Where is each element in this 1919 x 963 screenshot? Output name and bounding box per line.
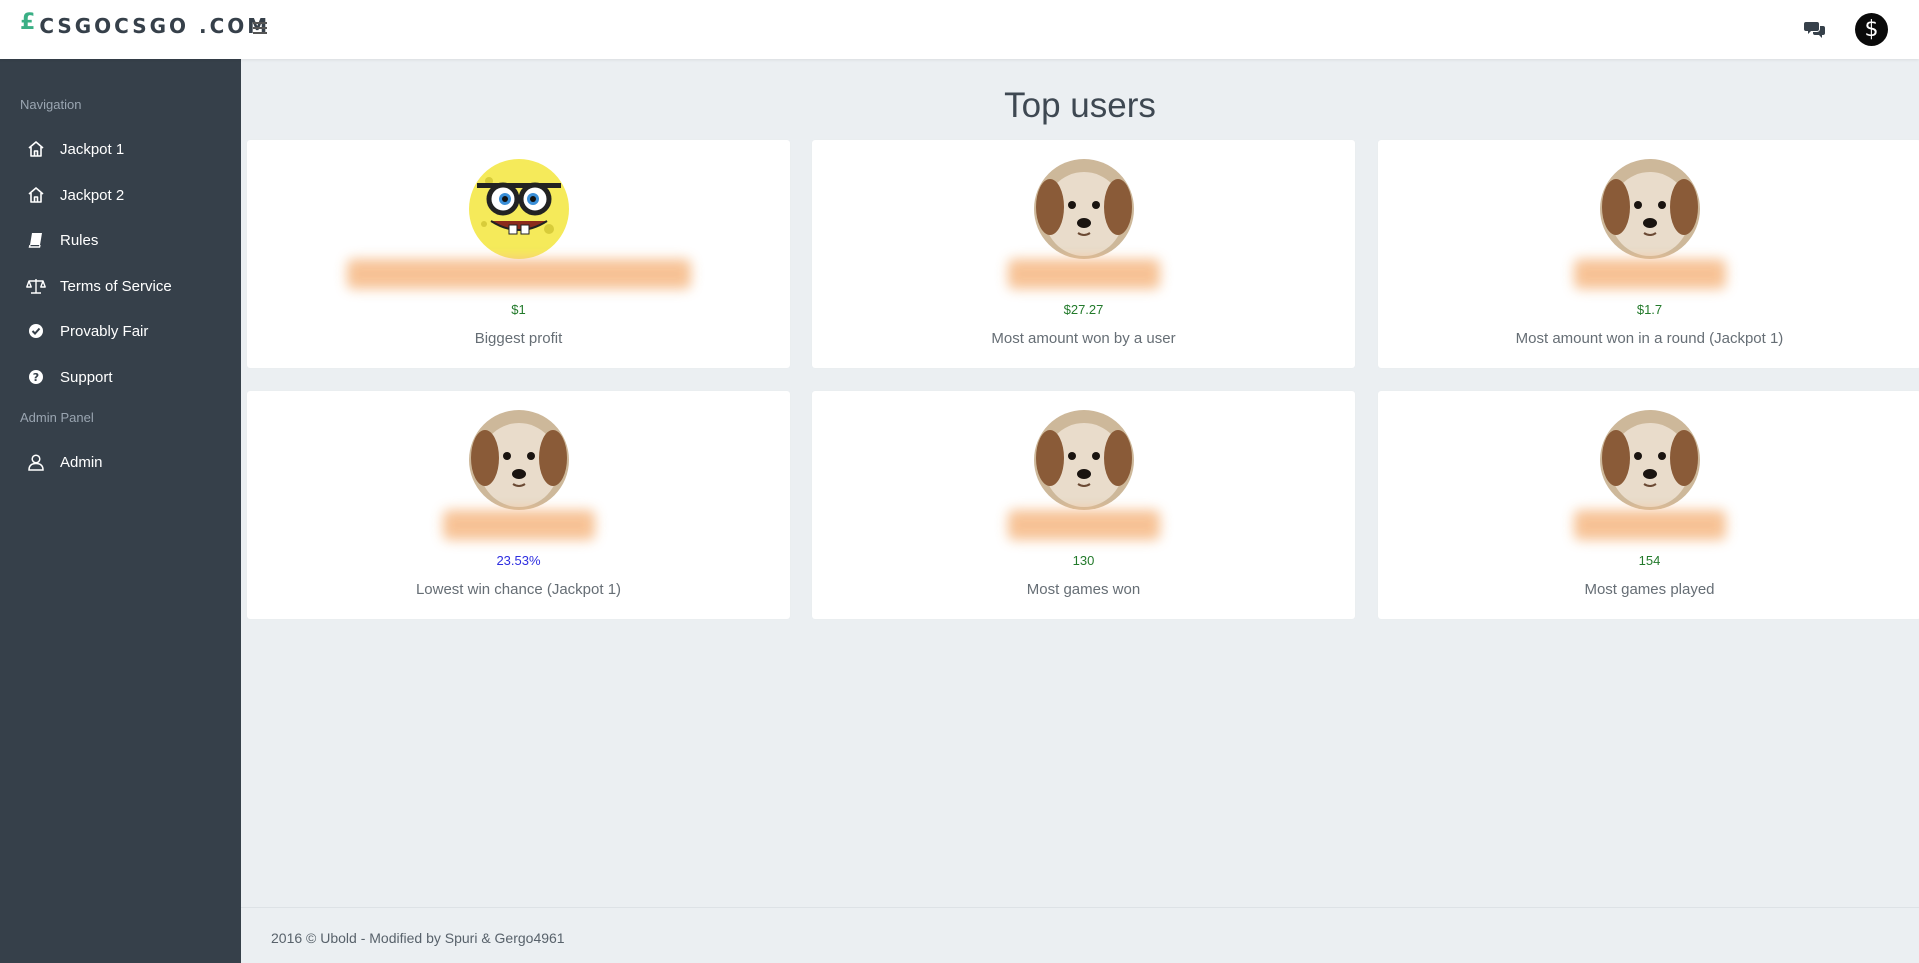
spongebob-avatar[interactable] (469, 159, 569, 259)
sidebar-item-provably-fair[interactable]: Provably Fair (0, 309, 241, 353)
site-logo[interactable]: £ CSGOCSGO .COM (20, 10, 271, 39)
stat-card-most-games-won: 130 Most games won (812, 391, 1355, 619)
stat-description: Most amount won in a round (Jackpot 1) (1515, 330, 1784, 347)
question-circle-icon: ? (26, 367, 46, 387)
logo-symbol: £ (20, 10, 36, 35)
stat-value: 130 (1072, 553, 1095, 568)
blurred-username (347, 259, 691, 289)
footer-text: 2016 © Ubold - Modified by Spuri & Gergo… (271, 930, 565, 946)
stat-card-most-amount-won: $27.27 Most amount won by a user (812, 140, 1355, 368)
sidebar-item-label: Rules (60, 231, 99, 249)
blurred-username (1574, 510, 1726, 540)
blurred-username (443, 510, 595, 540)
chat-icon[interactable] (1804, 19, 1826, 39)
stat-description: Lowest win chance (Jackpot 1) (415, 581, 622, 598)
user-icon (26, 452, 46, 472)
dog-avatar[interactable] (1034, 410, 1134, 510)
sidebar-item-terms-of-service[interactable]: Terms of Service (0, 264, 241, 308)
dog-avatar[interactable] (1600, 410, 1700, 510)
home-icon (26, 185, 46, 205)
stat-card-most-games-played: 154 Most games played (1378, 391, 1919, 619)
sidebar-item-label: Jackpot 1 (60, 140, 125, 158)
stat-value: 23.53% (496, 553, 541, 568)
dog-avatar[interactable] (469, 410, 569, 510)
blurred-username (1574, 259, 1726, 289)
sidebar-heading-navigation: Navigation (20, 97, 82, 112)
book-icon (26, 230, 46, 250)
svg-text:?: ? (33, 371, 39, 384)
dog-avatar[interactable] (1600, 159, 1700, 259)
stat-description: Most games played (1584, 581, 1715, 598)
check-circle-icon (26, 321, 46, 341)
sidebar-item-label: Support (60, 368, 113, 386)
stat-value: 154 (1638, 553, 1661, 568)
top-bar: £ CSGOCSGO .COM $ (0, 0, 1919, 59)
stat-value: $1.7 (1636, 302, 1663, 317)
stat-card-most-won-in-round: $1.7 Most amount won in a round (Jackpot… (1378, 140, 1919, 368)
scale-icon (26, 276, 46, 296)
sidebar-item-label: Jackpot 2 (60, 186, 125, 204)
blurred-username (1008, 259, 1160, 289)
sidebar-item-jackpot-1[interactable]: Jackpot 1 (0, 127, 241, 171)
sidebar-item-label: Terms of Service (60, 277, 172, 295)
sidebar-item-label: Provably Fair (60, 322, 149, 340)
home-icon (26, 139, 46, 159)
stat-description: Most amount won by a user (991, 330, 1176, 347)
stat-card-lowest-win-chance: 23.53% Lowest win chance (Jackpot 1) (247, 391, 790, 619)
stat-description: Most games won (1026, 581, 1141, 598)
page-title: Top users (1004, 86, 1156, 125)
sidebar-item-admin[interactable]: Admin (0, 440, 241, 484)
stat-value: $1 (511, 302, 526, 317)
stat-value: $27.27 (1063, 302, 1104, 317)
sidebar-item-label: Admin (60, 453, 103, 471)
stat-card-biggest-profit: $1 Biggest profit (247, 140, 790, 368)
sidebar-item-jackpot-2[interactable]: Jackpot 2 (0, 173, 241, 217)
logo-text: CSGOCSGO .COM (39, 14, 271, 38)
sidebar-heading-admin-panel: Admin Panel (20, 410, 94, 425)
dollar-icon[interactable]: $ (1855, 13, 1888, 46)
dog-avatar[interactable] (1034, 159, 1134, 259)
footer: 2016 © Ubold - Modified by Spuri & Gergo… (241, 907, 1919, 963)
blurred-username (1008, 510, 1160, 540)
sidebar-item-rules[interactable]: Rules (0, 218, 241, 262)
stat-description: Biggest profit (474, 330, 563, 347)
menu-toggle-icon[interactable] (253, 22, 267, 36)
sidebar: Navigation Jackpot 1 Jackpot 2 Rules Ter… (0, 59, 241, 963)
sidebar-item-support[interactable]: ? Support (0, 355, 241, 399)
